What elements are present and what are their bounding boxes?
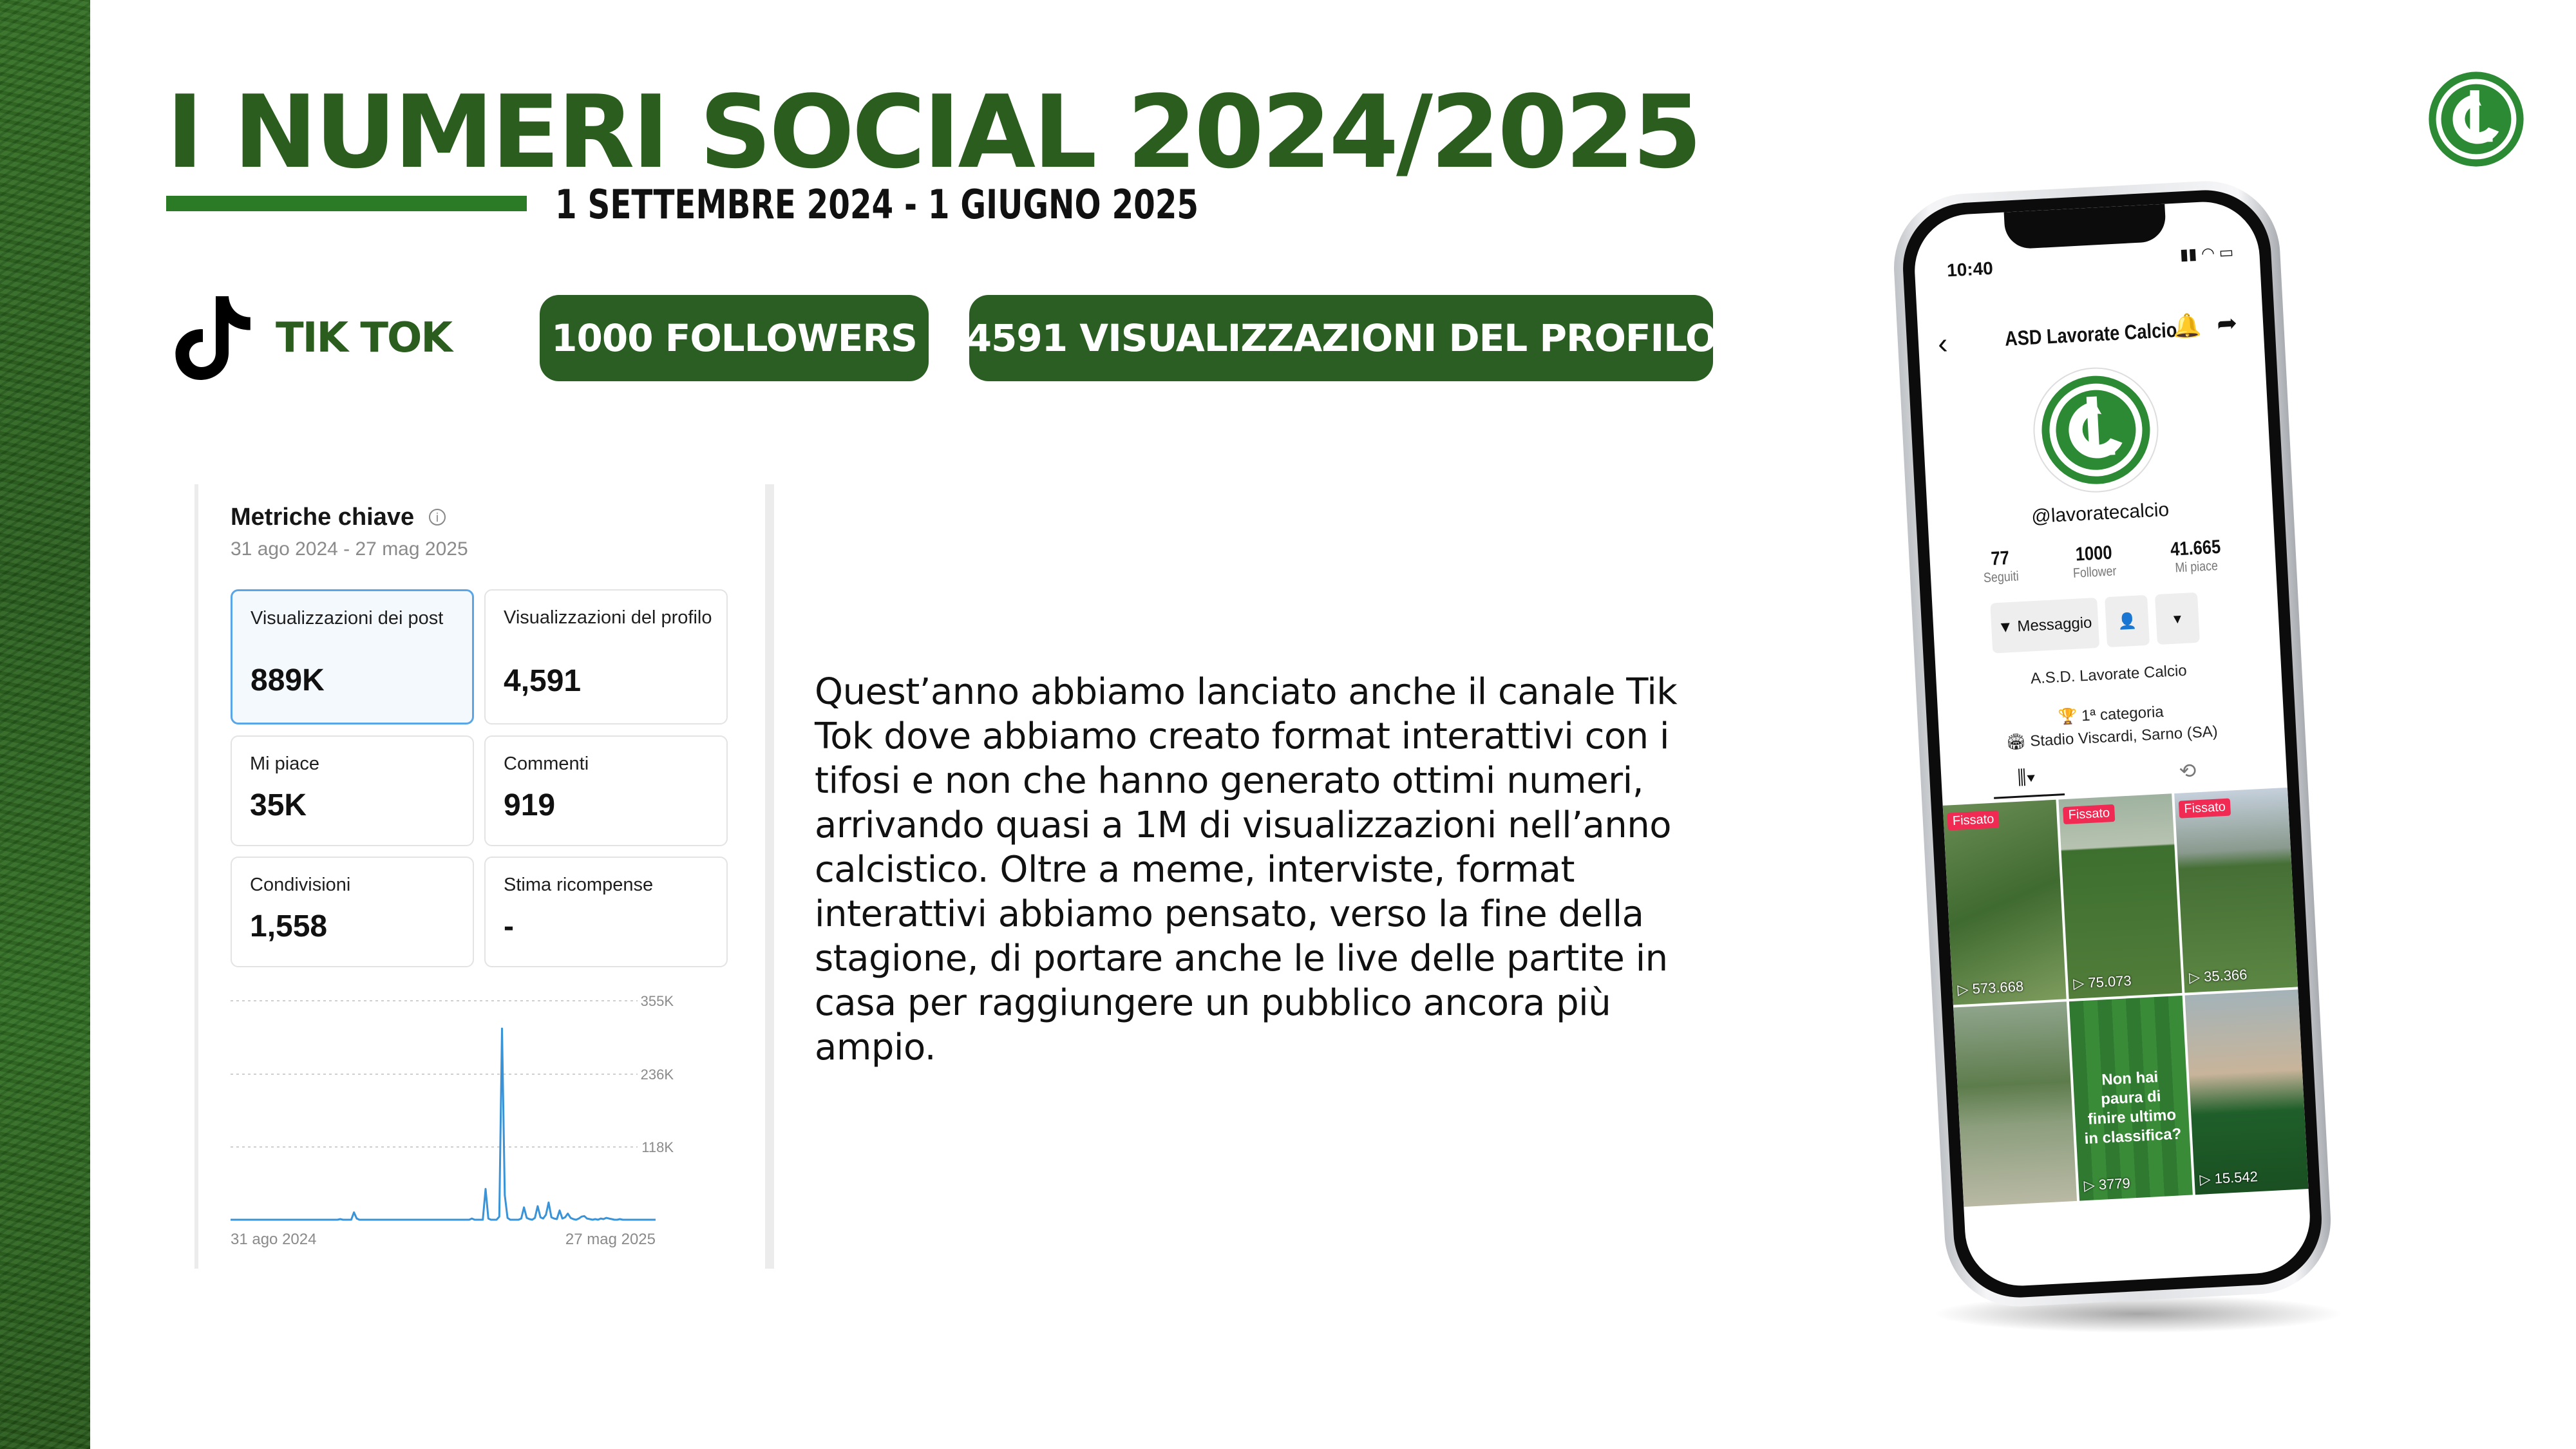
- video-views-count: 3779: [2098, 1175, 2131, 1193]
- stat-label: Follower: [2072, 564, 2117, 581]
- pinned-badge: Fissato: [2063, 804, 2116, 825]
- series-line: [231, 1027, 656, 1221]
- stat-label: Mi piace: [2175, 558, 2219, 576]
- active-tab-indicator: [1994, 793, 2065, 799]
- metric-value: 919: [504, 788, 556, 822]
- video-tile[interactable]: Non hai paura di finire ultimo in classi…: [2069, 995, 2193, 1201]
- profile-handle: @lavoratecalcio: [2031, 498, 2170, 528]
- post-views-line-chart: 118K 236K 355K 31 ago 2024 27 mag 2025: [231, 993, 674, 1248]
- video-tile[interactable]: Fissato ▷ 573.668: [1942, 799, 2067, 1005]
- y-tick-label: 236K: [641, 1066, 674, 1083]
- metric-label: Visualizzazioni dei post: [251, 608, 444, 629]
- metric-card-likes[interactable]: Mi piace 35K: [231, 735, 474, 846]
- page-title: I NUMERI SOCIAL 2024/2025: [166, 73, 1702, 191]
- video-grid: Fissato ▷ 573.668 Fissato ▷ 75.073 Fissa…: [1942, 787, 2313, 1289]
- send-icon: ▼: [1997, 618, 2018, 637]
- info-icon[interactable]: i: [429, 509, 446, 526]
- metric-card-comments[interactable]: Commenti 919: [484, 735, 728, 846]
- stadium-icon: 🏟: [2005, 732, 2031, 752]
- stat-followers[interactable]: 1000 Follower: [2067, 542, 2120, 582]
- stat-likes[interactable]: 41.665 Mi piace: [2166, 536, 2227, 576]
- stat-following[interactable]: 77 Seguiti: [1979, 547, 2022, 586]
- metric-value: 889K: [251, 663, 325, 697]
- stat-value: 41.665: [2170, 536, 2222, 560]
- tiktok-icon: [175, 296, 251, 380]
- more-dropdown-button[interactable]: ▾: [2154, 592, 2200, 645]
- metric-value: -: [504, 909, 514, 943]
- video-tile[interactable]: [1953, 1001, 2078, 1208]
- bio-location-text: Stadio Viscardi, Sarno (SA): [2029, 723, 2219, 750]
- metric-card-shares[interactable]: Condivisioni 1,558: [231, 857, 474, 967]
- tiktok-profile-screen: 10:40 ▮▮ ◠ ▭ ‹ ASD Lavorate Calcio 🔔 ➦ @…: [1911, 199, 2313, 1289]
- stat-label: Seguiti: [1983, 569, 2019, 586]
- profile-avatar[interactable]: [2028, 363, 2163, 498]
- metric-label: Mi piace: [250, 753, 319, 774]
- message-button[interactable]: ▼ Messaggio: [1990, 597, 2100, 654]
- share-icon[interactable]: ➦: [2216, 308, 2238, 339]
- metric-card-profile-views[interactable]: Visualizzazioni del profilo 4,591: [484, 589, 728, 724]
- video-views: ▷ 15.542: [2199, 1168, 2259, 1188]
- metric-card-post-views[interactable]: Visualizzazioni dei post 889K: [231, 589, 474, 724]
- metric-label: Stima ricompense: [504, 875, 654, 895]
- stat-value: 1000: [2074, 542, 2112, 565]
- video-views-count: 15.542: [2213, 1168, 2259, 1187]
- followers-badge: 1000 FOLLOWERS: [540, 295, 929, 381]
- bio-club-name: A.S.D. Lavorate Calcio: [2030, 661, 2188, 688]
- video-views: ▷ 35.366: [2188, 966, 2248, 986]
- profile-stats: 77 Seguiti 1000 Follower 41.665 Mi piace: [1955, 535, 2250, 587]
- video-views-count: 573.668: [1971, 978, 2024, 997]
- metrics-date-range: 31 ago 2024 - 27 mag 2025: [231, 538, 468, 560]
- video-views-count: 35.366: [2203, 966, 2248, 985]
- video-views-count: 75.073: [2087, 972, 2132, 991]
- metric-label: Condivisioni: [250, 875, 351, 895]
- chevron-down-icon: ▾: [2173, 609, 2182, 628]
- video-views: ▷ 573.668: [1956, 978, 2024, 998]
- grass-side-strip: [0, 0, 90, 1449]
- user-icon: 👤: [2117, 612, 2137, 630]
- metric-value: 35K: [250, 788, 307, 822]
- video-tile[interactable]: ▷ 15.542: [2184, 989, 2309, 1195]
- pinned-badge: Fissato: [1947, 810, 2000, 831]
- key-metrics-panel: Metriche chiave i 31 ago 2024 - 27 mag 2…: [194, 484, 774, 1269]
- metric-card-estimated-rewards[interactable]: Stima ricompense -: [484, 857, 728, 967]
- trophy-icon: 🏆: [2057, 707, 2082, 726]
- tab-videos-grid-icon[interactable]: ⫼▾: [2017, 766, 2036, 789]
- video-tile[interactable]: Fissato ▷ 35.366: [2174, 787, 2298, 993]
- tab-reposts-icon[interactable]: ⟲: [2179, 758, 2197, 783]
- date-range-subtitle: 1 SETTEMBRE 2024 - 1 GIUGNO 2025: [555, 181, 1199, 228]
- message-button-label: Messaggio: [2016, 614, 2093, 636]
- bio-category-text: 1ª categoria: [2081, 703, 2164, 725]
- club-logo-icon: [2429, 71, 2524, 167]
- pinned-badge: Fissato: [2178, 798, 2231, 819]
- metric-label: Visualizzazioni del profilo: [504, 607, 712, 628]
- x-tick-label: 31 ago 2024: [231, 1231, 316, 1248]
- title-underline: [166, 196, 527, 211]
- phone-mockup: 10:40 ▮▮ ◠ ▭ ‹ ASD Lavorate Calcio 🔔 ➦ @…: [1890, 177, 2334, 1311]
- video-views: ▷ 75.073: [2072, 972, 2132, 992]
- profile-views-badge: 4591 VISUALIZZAZIONI DEL PROFILO: [966, 295, 1717, 381]
- stat-value: 77: [1990, 547, 2010, 570]
- video-tile[interactable]: Fissato ▷ 75.073: [2058, 793, 2183, 999]
- phone-notch: [2003, 204, 2167, 250]
- profile-actions: ▼ Messaggio 👤 ▾: [1990, 592, 2200, 654]
- metric-value: 1,558: [250, 909, 328, 943]
- y-tick-label: 118K: [641, 1139, 674, 1155]
- description-paragraph: Quest’anno abbiamo lanciato anche il can…: [815, 671, 1678, 1068]
- platform-label: TIK TOK: [276, 314, 453, 362]
- metrics-title: Metriche chiave: [231, 504, 415, 531]
- video-views: ▷ 3779: [2083, 1175, 2131, 1194]
- metric-label: Commenti: [504, 753, 589, 774]
- y-tick-label: 355K: [641, 993, 674, 1009]
- bell-icon[interactable]: 🔔: [2172, 312, 2202, 340]
- video-caption: Non hai paura di finire ultimo in classi…: [2083, 1068, 2182, 1148]
- metric-value: 4,591: [504, 664, 582, 698]
- status-time: 10:40: [1946, 258, 1994, 281]
- x-tick-label: 27 mag 2025: [565, 1231, 656, 1248]
- signal-wifi-battery-icon: ▮▮ ◠ ▭: [2179, 243, 2235, 264]
- follow-user-button[interactable]: 👤: [2105, 594, 2150, 648]
